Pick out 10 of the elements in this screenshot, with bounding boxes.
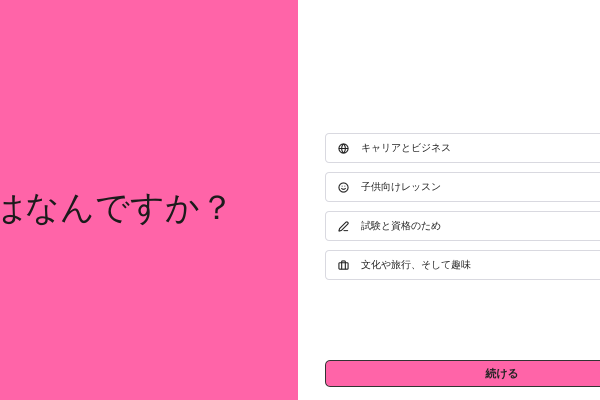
pen-icon	[338, 220, 349, 232]
continue-button[interactable]: 続ける	[325, 360, 600, 387]
option-button[interactable]: 子供向けレッスン	[325, 172, 600, 202]
smile-icon	[338, 182, 349, 192]
globe-icon	[338, 142, 349, 154]
option-button[interactable]: 試験と資格のため	[325, 211, 600, 241]
option-button[interactable]: キャリアとビジネス	[325, 133, 600, 163]
option-button[interactable]: 文化や旅行、そして趣味	[325, 250, 600, 280]
briefcase-icon	[338, 260, 349, 270]
question-heading: はなんですか？	[0, 187, 234, 230]
